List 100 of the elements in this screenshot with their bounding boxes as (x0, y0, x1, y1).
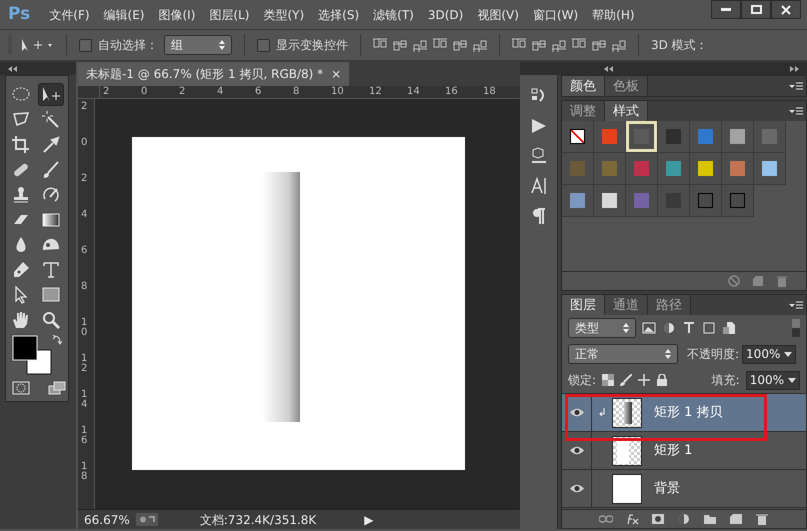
align-icon[interactable] (532, 38, 546, 52)
menu-item[interactable]: 滤镜(T) (366, 6, 421, 24)
filter-toggle-icon[interactable] (792, 319, 800, 337)
ruler-label: 18 (81, 462, 88, 484)
trash-icon[interactable] (755, 513, 769, 525)
style-swatch[interactable] (562, 153, 594, 185)
layer-row[interactable]: 矩形 1 拷贝 (562, 394, 806, 432)
menu-item[interactable]: 窗口(W) (526, 6, 586, 24)
style-swatch[interactable] (690, 153, 722, 185)
style-swatch[interactable] (658, 185, 690, 217)
collapse-icon[interactable] (8, 66, 17, 72)
style-swatch[interactable] (690, 121, 722, 153)
hand-icon (11, 310, 31, 330)
layer-row[interactable]: 背景 (562, 470, 806, 508)
image-filter-icon[interactable] (642, 321, 656, 335)
panel-tab[interactable]: 通道 (605, 295, 648, 315)
menu-item[interactable]: 帮助(H) (585, 6, 642, 24)
document-tab[interactable]: 未标题-1 @ 66.7% (矩形 1 拷贝, RGB/8) * × (78, 62, 350, 86)
menu-item[interactable]: 编辑(E) (96, 6, 152, 24)
filter-dropdown[interactable]: 类型 (568, 318, 636, 338)
style-swatch[interactable] (658, 153, 690, 185)
style-swatch[interactable] (658, 121, 690, 153)
eye-icon[interactable] (570, 484, 584, 493)
style-swatch[interactable] (562, 185, 594, 217)
align-icon[interactable] (592, 38, 606, 52)
expand-icon[interactable] (790, 66, 799, 72)
panel-menu-icon[interactable] (789, 301, 803, 309)
folder-icon[interactable] (703, 513, 717, 525)
adjustment-filter-icon[interactable] (662, 321, 676, 335)
style-swatch[interactable] (754, 153, 786, 185)
style-swatch[interactable] (722, 153, 754, 185)
panel-tab[interactable]: 样式 (605, 101, 648, 121)
panel-menu-icon[interactable] (789, 82, 803, 90)
adjustment-icon[interactable] (677, 513, 691, 525)
ruler-label: 6 (254, 86, 262, 98)
type-filter-icon[interactable] (682, 321, 696, 335)
close-icon[interactable]: × (331, 65, 342, 83)
quick-mask-icon[interactable] (12, 381, 30, 395)
checkbox[interactable] (257, 38, 270, 52)
menu-item[interactable]: 选择(S) (311, 6, 366, 24)
fill-field[interactable]: 100% (746, 370, 800, 390)
align-icon[interactable] (453, 38, 467, 52)
style-swatch[interactable] (562, 121, 594, 153)
color-swatches-icon[interactable] (12, 335, 52, 375)
menu-arrow[interactable]: ▶ (358, 510, 374, 528)
link-icon[interactable] (599, 513, 613, 525)
brush-icon[interactable] (620, 374, 632, 386)
shape-filter-icon[interactable] (702, 321, 716, 335)
smart-object-filter-icon[interactable] (722, 321, 736, 335)
layer-row[interactable]: 矩形 1 (562, 432, 806, 470)
maximize-button[interactable] (741, 0, 771, 19)
tool-button[interactable] (38, 83, 64, 106)
menu-item[interactable]: 文件(F) (42, 6, 97, 24)
style-swatch[interactable] (626, 185, 658, 217)
style-swatch[interactable] (722, 121, 754, 153)
panel-tab[interactable]: 路径 (648, 295, 691, 315)
style-swatch[interactable] (594, 121, 626, 153)
align-icon[interactable] (413, 38, 427, 52)
style-swatch[interactable] (626, 121, 658, 153)
panel-tab[interactable]: 图层 (562, 295, 605, 315)
eye-icon[interactable] (570, 446, 584, 455)
minimize-button[interactable] (711, 0, 741, 19)
align-icon[interactable] (552, 38, 566, 52)
eye-icon[interactable] (570, 408, 584, 417)
panel-tab[interactable]: 调整 (562, 101, 605, 121)
style-swatch[interactable] (594, 185, 626, 217)
option-label: 自动选择： (98, 37, 158, 54)
new-layer-icon[interactable] (729, 513, 743, 525)
lock-icon[interactable] (656, 374, 668, 386)
collapse-icon[interactable] (604, 66, 613, 72)
menu-item[interactable]: 类型(Y) (256, 6, 312, 24)
lock-transparency-icon[interactable] (602, 374, 614, 386)
menu-item[interactable]: 图像(I) (152, 6, 202, 24)
opacity-field[interactable]: 100% (742, 344, 796, 364)
align-icon[interactable] (393, 38, 407, 52)
blend-mode-dropdown[interactable]: 正常 (568, 344, 678, 364)
panel-tab[interactable]: 颜色 (562, 76, 605, 96)
style-swatch[interactable] (626, 153, 658, 185)
panel-menu-icon[interactable] (789, 107, 803, 115)
move-icon[interactable] (638, 374, 650, 386)
fx-icon[interactable] (625, 513, 639, 525)
mask-icon[interactable] (651, 513, 665, 525)
align-icon[interactable] (473, 38, 487, 52)
style-swatch[interactable] (690, 185, 722, 217)
menu-item[interactable]: 视图(V) (470, 6, 526, 24)
panel-tab[interactable]: 色板 (605, 76, 648, 96)
target-dropdown[interactable]: 组 (164, 35, 232, 55)
play-icon[interactable] (530, 117, 548, 135)
align-icon[interactable] (612, 38, 626, 52)
style-swatch[interactable] (754, 121, 786, 153)
style-swatch[interactable] (594, 153, 626, 185)
checkbox[interactable] (79, 38, 92, 52)
style-swatch[interactable] (722, 185, 754, 217)
menu-item[interactable]: 图层(L) (202, 6, 256, 24)
character-icon[interactable] (530, 177, 548, 195)
screen-mode-icon[interactable] (48, 381, 66, 395)
ruler-label: 2 (178, 86, 186, 98)
menu-item[interactable]: 3D(D) (420, 6, 470, 24)
swap-arrows-icon[interactable] (52, 335, 62, 345)
close-button[interactable] (771, 0, 801, 19)
